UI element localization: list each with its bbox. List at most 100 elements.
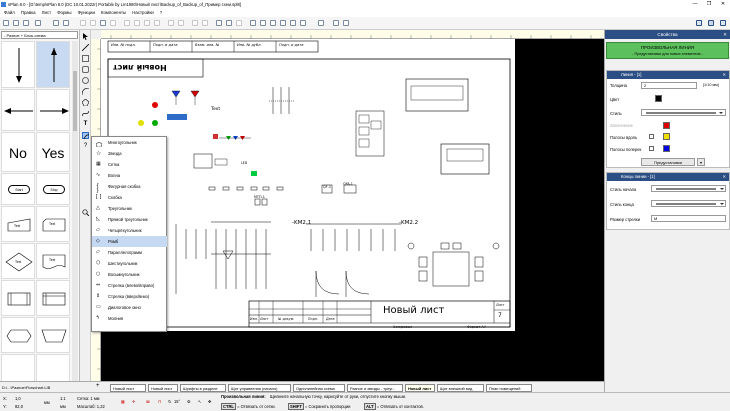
- popup-item-star[interactable]: ☆ Звезда: [92, 148, 167, 159]
- redo-icon[interactable]: [63, 20, 69, 26]
- cursor-icon[interactable]: ↖: [198, 399, 201, 404]
- presets-dropdown-icon[interactable]: ▾: [697, 158, 705, 166]
- add-tab-icon[interactable]: +: [96, 383, 100, 389]
- library-arrow-down[interactable]: [1, 41, 35, 88]
- shapes-tool-icon[interactable]: ?: [82, 143, 89, 150]
- rotate-left-icon[interactable]: [124, 20, 130, 26]
- text-tool-icon[interactable]: T: [82, 121, 89, 128]
- tab-1[interactable]: Новый лист: [110, 384, 146, 392]
- library-manual-op[interactable]: [36, 317, 70, 353]
- library-selector[interactable]: - Разное + Блок-схема: [1, 31, 78, 39]
- popup-item-arrow-ud[interactable]: ⇕ Стрелка (вверх/вниз): [92, 291, 167, 302]
- rotate-icon[interactable]: ↻: [168, 399, 171, 404]
- grid-snap-icon[interactable]: ▦: [121, 399, 125, 404]
- popup-item-wave[interactable]: ∿ Волна: [92, 170, 167, 181]
- minimize-button[interactable]: —: [688, 0, 702, 9]
- popup-item-hexagon[interactable]: ⬡ Шестиугольник: [92, 258, 167, 269]
- distribute-icon[interactable]: [226, 20, 232, 26]
- popup-item-polygon[interactable]: Многоугольник: [92, 137, 167, 148]
- open-folder-icon[interactable]: [13, 20, 19, 26]
- menu-shapes[interactable]: Формы: [57, 9, 71, 17]
- duplicate-icon[interactable]: [110, 20, 116, 26]
- new-file-icon[interactable]: [3, 20, 9, 26]
- menu-settings[interactable]: Настройки: [132, 9, 154, 17]
- popup-item-right-triangle[interactable]: ◺ Прямой треугольник: [92, 214, 167, 225]
- line-color-swatch[interactable]: [655, 95, 662, 102]
- library-preparation[interactable]: [1, 317, 35, 353]
- mirror-v-icon[interactable]: [154, 20, 160, 26]
- arc-tool-icon[interactable]: [81, 87, 90, 96]
- popup-item-lightning[interactable]: ϟ Молния: [92, 313, 167, 324]
- long-stripes-checkbox[interactable]: [649, 134, 654, 139]
- menu-edit[interactable]: Правка: [21, 9, 36, 17]
- library-scrollbar[interactable]: [72, 41, 78, 383]
- properties-toggle-icon[interactable]: [708, 20, 714, 26]
- library-decision[interactable]: Text: [1, 243, 35, 279]
- pan-icon[interactable]: ✥: [208, 399, 211, 404]
- print-icon[interactable]: [35, 20, 41, 26]
- library-document[interactable]: Text: [36, 243, 70, 279]
- close-window-button[interactable]: ✕: [716, 0, 730, 9]
- end-style-select[interactable]: [651, 200, 726, 207]
- tab-5[interactable]: Однолинейная схема: [293, 384, 345, 392]
- dimension-tool-icon[interactable]: [82, 154, 89, 161]
- popup-item-octagon[interactable]: ○ Восьмиугольник: [92, 269, 167, 280]
- popup-item-parallelogram[interactable]: ▱ Параллелограмм: [92, 247, 167, 258]
- zoom-icon[interactable]: [290, 20, 296, 26]
- cut-icon[interactable]: [80, 20, 86, 26]
- wire-tool-icon[interactable]: [82, 187, 89, 194]
- line-tool-icon[interactable]: [81, 43, 90, 52]
- freehand-tool-icon[interactable]: [82, 132, 90, 140]
- popup-item-grid[interactable]: ▦ Сетка: [92, 159, 167, 170]
- align-icon[interactable]: [216, 20, 222, 26]
- tab-8[interactable]: Щит внешний вид: [437, 384, 484, 392]
- library-arrow-up[interactable]: [36, 41, 70, 88]
- grid-toggle-icon[interactable]: [260, 20, 266, 26]
- library-toggle-icon[interactable]: [696, 20, 702, 26]
- copy-icon[interactable]: [90, 20, 96, 26]
- measure-icon[interactable]: [333, 20, 339, 26]
- pointer-icon[interactable]: [280, 20, 286, 26]
- line-style-select[interactable]: [641, 109, 726, 116]
- line-section-header[interactable]: Линия - [1] ✕: [607, 71, 729, 79]
- scroll-thumb[interactable]: [73, 71, 77, 131]
- library-storage[interactable]: [36, 280, 70, 316]
- width-input[interactable]: 2: [641, 82, 697, 89]
- popup-item-triangle[interactable]: △ Треугольник: [92, 203, 167, 214]
- hand-tool-icon[interactable]: [82, 220, 89, 227]
- magnet-icon[interactable]: ⊓: [158, 399, 161, 404]
- tab-4[interactable]: Щит управления (начало): [228, 384, 291, 392]
- image-tool-icon[interactable]: [82, 176, 89, 183]
- ellipse-tool-icon[interactable]: [82, 77, 89, 84]
- library-yes[interactable]: Yes: [36, 132, 70, 172]
- rect-tool-icon[interactable]: [82, 55, 89, 62]
- cross-stripes-checkbox[interactable]: [649, 146, 654, 151]
- presets-button[interactable]: Предустановки: [641, 158, 695, 166]
- junction-tool-icon[interactable]: [82, 198, 89, 205]
- long-stripes-color[interactable]: [663, 133, 670, 140]
- popup-item-bracket[interactable]: [ ] Скобка: [92, 192, 167, 203]
- library-more-1[interactable]: [1, 354, 35, 382]
- popup-item-arrow-lr[interactable]: ⇔ Стрелка (влево/вправо): [92, 280, 167, 291]
- group-icon[interactable]: [168, 20, 174, 26]
- cross-stripes-color[interactable]: [663, 145, 670, 152]
- popup-item-dialog[interactable]: ▭ Диалоговое окно: [92, 302, 167, 313]
- library-arrow-left[interactable]: [1, 89, 35, 131]
- line-ends-header[interactable]: Концы линии - [1] ✕: [607, 173, 729, 181]
- pointer-tool-icon[interactable]: [82, 33, 89, 40]
- library-start[interactable]: Start: [1, 173, 35, 205]
- fill-color-swatch[interactable]: [663, 122, 670, 129]
- mirror-h-icon[interactable]: [144, 20, 150, 26]
- collapse-icon[interactable]: ✕: [722, 71, 726, 79]
- zoom-fit-icon[interactable]: [300, 20, 306, 26]
- popup-item-rhombus[interactable]: ◇ Ромб: [92, 236, 167, 247]
- collapse-ends-icon[interactable]: ✕: [722, 173, 726, 181]
- rotate-right-icon[interactable]: [134, 20, 140, 26]
- start-style-select[interactable]: [651, 185, 726, 192]
- rounded-rect-tool-icon[interactable]: [82, 66, 89, 73]
- library-no[interactable]: No: [1, 132, 35, 172]
- menu-functions[interactable]: Функции: [78, 9, 95, 17]
- drawing-canvas[interactable]: Инв. № подл. Подп. и дата Взам. инв. № И…: [101, 39, 604, 381]
- library-card[interactable]: Text: [36, 206, 70, 242]
- list-toggle-icon[interactable]: [720, 20, 726, 26]
